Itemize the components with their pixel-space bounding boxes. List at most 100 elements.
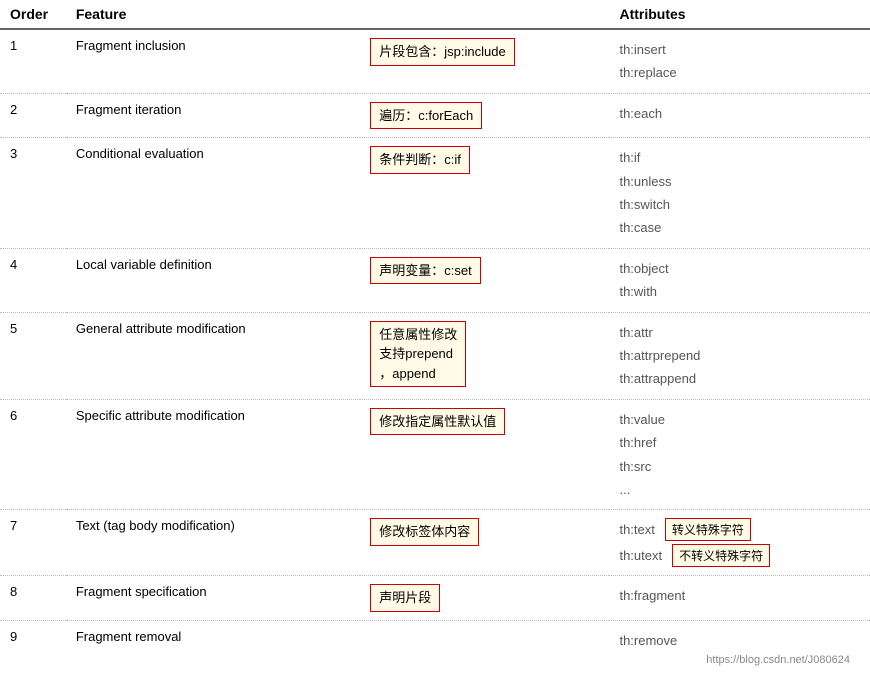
attributes-cell: th:ifth:unlessth:switchth:case [609,138,870,249]
attr-item: th:src [619,455,860,478]
attributes-cell: th:valueth:hrefth:src... [609,399,870,510]
annotation-box: 任意属性修改 支持prepend ，append [370,321,466,388]
order-number: 7 [10,518,17,533]
order-cell: 4 [0,248,66,312]
attributes-cell: th:insertth:replace [609,29,870,93]
attr-item: th:href [619,431,860,454]
attr-item: th:switch [619,193,860,216]
attr-item: th:case [619,216,860,239]
tooltip-box: 转义特殊字符 [665,518,751,541]
annotation-box: 条件判断：c:if [370,146,470,174]
attributes-cell: th:fragment [609,576,870,621]
attr-list: th:objectth:with [619,257,860,304]
attributes-cell: th:objectth:with [609,248,870,312]
annotation-box: 修改标签体内容 [370,518,479,546]
order-number: 3 [10,146,17,161]
table-row: 4 Local variable definition 声明变量：c:set th:o… [0,248,870,312]
attr-item: th:each [619,102,860,125]
annotation-cell: 声明变量：c:set [360,248,609,312]
col-header-feature: Feature [66,0,360,29]
order-number: 1 [10,38,17,53]
attr-item: th:with [619,280,860,303]
attributes-cell: th:removehttps://blog.csdn.net/J080624 [609,620,870,678]
annotation-cell: 条件判断：c:if [360,138,609,249]
attr-name: th:text [619,518,654,541]
attr-tooltip-row: th:utext不转义特殊字符 [619,544,860,567]
attr-item: th:attrprepend [619,344,860,367]
feature-text: Local variable definition [76,255,212,272]
order-cell: 7 [0,510,66,576]
annotation-cell: 修改指定属性默认值 [360,399,609,510]
attr-item: th:insert [619,38,860,61]
order-number: 8 [10,584,17,599]
table-row: 2 Fragment iteration 遍历：c:forEach th:each [0,93,870,138]
attr-item: th:attr [619,321,860,344]
order-cell: 6 [0,399,66,510]
order-cell: 1 [0,29,66,93]
feature-cell: Conditional evaluation [66,138,360,249]
col-header-order: Order [0,0,66,29]
annotation-cell: 声明片段 [360,576,609,621]
annotation-cell: 任意属性修改 支持prepend ，append [360,312,609,399]
attr-list: th:remove [619,629,860,652]
attr-item: th:attrappend [619,367,860,390]
feature-cell: Fragment inclusion [66,29,360,93]
order-cell: 9 [0,620,66,678]
feature-text: Specific attribute modification [76,406,245,423]
annotation-cell: 修改标签体内容 [360,510,609,576]
order-cell: 5 [0,312,66,399]
attr-item: th:if [619,146,860,169]
annotation-box: 遍历：c:forEach [370,102,482,130]
feature-text: General attribute modification [76,319,246,336]
attributes-cell: th:attrth:attrprependth:attrappend [609,312,870,399]
attr-list: th:attrth:attrprependth:attrappend [619,321,860,391]
order-number: 2 [10,102,17,117]
attr-list: th:ifth:unlessth:switchth:case [619,146,860,240]
feature-text: Fragment removal [76,627,181,644]
annotation-box: 修改指定属性默认值 [370,408,505,436]
feature-cell: Specific attribute modification [66,399,360,510]
feature-text: Conditional evaluation [76,144,204,161]
table-row: 8 Fragment specification 声明片段 th:fragment [0,576,870,621]
attr-list: th:each [619,102,860,125]
attributes-cell: th:each [609,93,870,138]
attr-tooltip-row: th:text 转义特殊字符 [619,518,860,541]
order-cell: 8 [0,576,66,621]
order-number: 4 [10,257,17,272]
feature-text: Text (tag body modification) [76,516,235,533]
attributes-cell: th:text 转义特殊字符 th:utext不转义特殊字符 [609,510,870,576]
annotation-cell [360,620,609,678]
order-number: 9 [10,629,17,644]
order-cell: 3 [0,138,66,249]
attr-list: th:insertth:replace [619,38,860,85]
attr-item: ... [619,478,860,501]
order-cell: 2 [0,93,66,138]
feature-cell: General attribute modification [66,312,360,399]
feature-text: Fragment specification [76,582,207,599]
attr-list: th:fragment [619,584,860,607]
feature-text: Fragment inclusion [76,36,186,53]
feature-cell: Fragment removal [66,620,360,678]
col-header-annotation [360,0,609,29]
feature-cell: Text (tag body modification) [66,510,360,576]
annotation-cell: 遍历：c:forEach [360,93,609,138]
attr-with-tooltip-container: th:text 转义特殊字符 th:utext不转义特殊字符 [619,518,860,567]
table-row: 9 Fragment removal th:removehttps://blog.c… [0,620,870,678]
annotation-box: 声明变量：c:set [370,257,480,285]
attr-item: th:fragment [619,584,860,607]
table-row: 3Conditional evaluation条件判断：c:ifth:ifth:… [0,138,870,249]
watermark: https://blog.csdn.net/J080624 [619,652,860,670]
table-row: 1 Fragment inclusion 片段包含：jsp:include th:in… [0,29,870,93]
attr-item: th:remove [619,629,860,652]
table-row: 5 General attribute modification 任意属性修改 支持… [0,312,870,399]
feature-cell: Fragment iteration [66,93,360,138]
feature-cell: Local variable definition [66,248,360,312]
attr-item: th:object [619,257,860,280]
order-number: 5 [10,321,17,336]
table-row: 7 Text (tag body modification) 修改标签体内容 th:t… [0,510,870,576]
annotation-box: 片段包含：jsp:include [370,38,514,66]
col-header-attributes: Attributes [609,0,870,29]
attr-item: th:replace [619,61,860,84]
annotation-box: 声明片段 [370,584,440,612]
attr-list: th:valueth:hrefth:src... [619,408,860,502]
